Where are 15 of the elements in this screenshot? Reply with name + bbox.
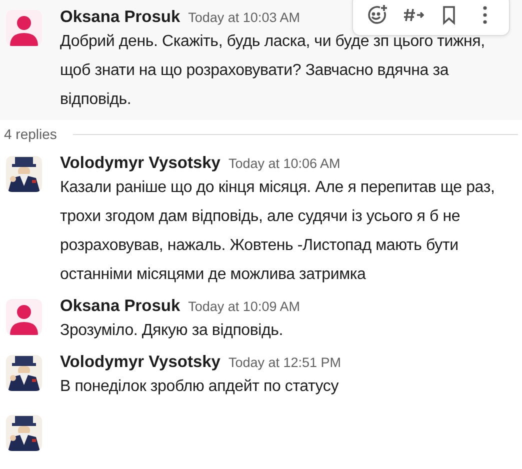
avatar-icon[interactable] bbox=[6, 10, 42, 46]
author-name[interactable]: Volodymyr Vysotsky bbox=[60, 154, 220, 173]
message-text: В понеділок зроблю апдейт по статусу bbox=[60, 377, 340, 397]
timestamp[interactable]: Today at 10:09 AM bbox=[188, 299, 300, 314]
timestamp[interactable]: Today at 10:06 AM bbox=[228, 156, 340, 171]
avatar-icon[interactable] bbox=[6, 299, 42, 335]
author-name[interactable]: Oksana Prosuk bbox=[60, 8, 180, 27]
timestamp[interactable]: Today at 12:51 PM bbox=[228, 355, 342, 370]
timestamp[interactable]: Today at 10:03 AM bbox=[188, 10, 300, 25]
message-text: Казали раніше що до кінця місяця. Але я перепитав ще раз, трохи згодом дам відповідь, але судячи із усього я б не розраховував, нажаль. Жовтень -Листопад мають бути останніми місяцями де можлива затримка bbox=[60, 178, 496, 285]
reply-count: 4 replies bbox=[4, 126, 57, 142]
message-text: Добрий день. Скажіть, будь ласка, чи буде зп цього тижня, щоб знати на що розраховувати? Завчасно вдячна за відповідь. bbox=[60, 32, 486, 110]
author-name[interactable]: Volodymyr Vysotsky bbox=[60, 353, 220, 372]
message-text: Зрозуміло. Дякую за відповідь. bbox=[60, 321, 284, 341]
author-name[interactable]: Oksana Prosuk bbox=[60, 297, 180, 316]
